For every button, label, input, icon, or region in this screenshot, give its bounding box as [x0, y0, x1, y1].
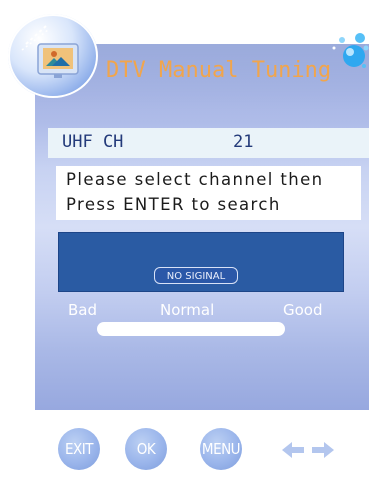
instruction-line-2: Press ENTER to search [66, 195, 281, 214]
page-title: DTV Manual Tuning [106, 58, 332, 83]
instruction-message: Please select channel then Press ENTER t… [56, 166, 361, 220]
tv-logo-icon [8, 14, 98, 98]
menu-button[interactable]: MENU [200, 428, 242, 470]
channel-selector[interactable]: UHF CH 21 [48, 128, 369, 158]
quality-label-normal: Normal [160, 301, 215, 319]
osd-panel [35, 44, 369, 410]
ok-button[interactable]: OK [125, 428, 167, 470]
quality-label-good: Good [283, 301, 323, 319]
signal-display: NO SIGINAL [58, 232, 344, 292]
dtv-manual-tuning-screen: DTV Manual Tuning UHF CH 21 Please selec… [0, 0, 371, 477]
exit-button[interactable]: EXIT [58, 428, 100, 470]
signal-quality-bar [97, 322, 285, 336]
instruction-line-1: Please select channel then [66, 170, 324, 189]
quality-label-bad: Bad [68, 301, 98, 319]
channel-band-label: UHF CH [62, 132, 124, 152]
channel-number[interactable]: 21 [233, 132, 253, 152]
bubbles-decoration-icon [328, 28, 369, 68]
left-right-arrows-icon[interactable] [280, 439, 336, 461]
signal-status-badge: NO SIGINAL [154, 267, 238, 284]
